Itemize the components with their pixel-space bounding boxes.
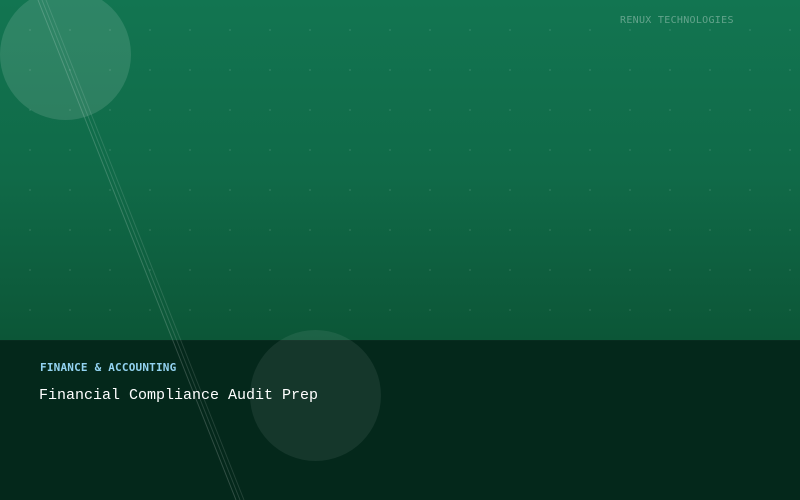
category-label: FINANCE & ACCOUNTING: [40, 361, 177, 374]
brand-label: RENUX TECHNOLOGIES: [620, 15, 734, 26]
course-card: RENUX TECHNOLOGIES FINANCE & ACCOUNTING …: [0, 0, 800, 500]
card-title: Financial Compliance Audit Prep: [39, 387, 319, 404]
